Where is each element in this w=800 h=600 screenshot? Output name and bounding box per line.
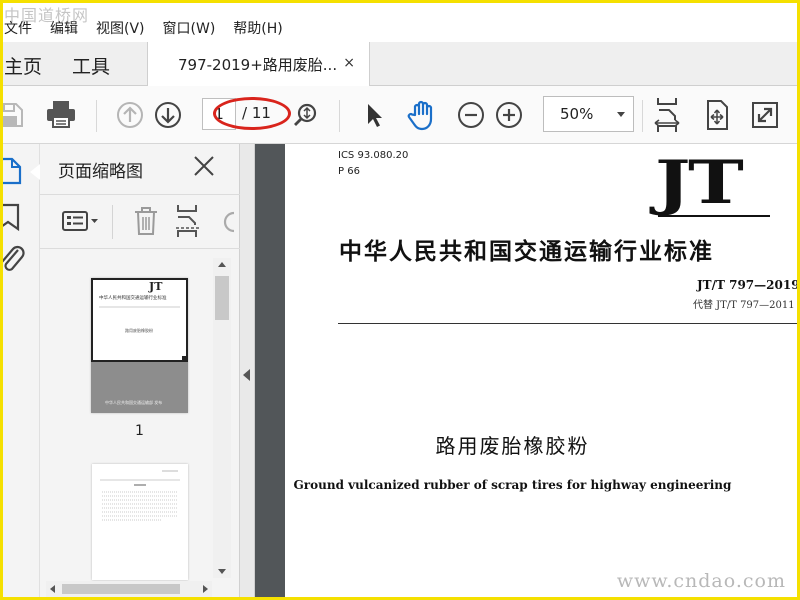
horizontal-scroll-thumb[interactable] xyxy=(62,584,180,594)
doc-replaces: 代替 JT/T 797—2011 xyxy=(693,300,795,311)
scroll-left-icon[interactable] xyxy=(50,585,55,593)
pane-toolbar-separator xyxy=(112,205,113,239)
menu-window[interactable]: 窗口(W) xyxy=(163,18,216,38)
scroll-right-icon[interactable] xyxy=(203,585,208,593)
thumbnail-horizontal-scrollbar[interactable] xyxy=(46,581,212,597)
document-view[interactable]: ICS 93.080.20 P 66 JT 中华人民共和国交通运输行业标准 JT… xyxy=(255,144,800,600)
print-icon[interactable] xyxy=(45,99,77,129)
zoom-level-select[interactable]: 50% xyxy=(543,96,634,132)
doc-standard-title: 中华人民共和国交通运输行业标准 xyxy=(339,238,714,265)
thumbnail-label-1: 1 xyxy=(135,423,144,439)
previous-page-icon[interactable] xyxy=(115,100,145,130)
zoom-out-icon[interactable] xyxy=(456,100,486,130)
zoom-in-icon[interactable] xyxy=(494,100,524,130)
chevron-down-icon xyxy=(617,112,625,117)
menu-help[interactable]: 帮助(H) xyxy=(233,18,282,38)
watermark-bottom: www.cndao.com xyxy=(616,570,786,592)
save-icon[interactable] xyxy=(2,100,26,130)
tab-home[interactable]: 主页 xyxy=(4,52,42,79)
current-page-value: 1 xyxy=(214,105,224,123)
current-page-input[interactable]: 1 xyxy=(202,98,236,130)
navigation-rail xyxy=(0,144,40,600)
page-total: / 11 xyxy=(242,104,271,122)
scroll-down-icon[interactable] xyxy=(218,569,226,574)
thumbnail-options-icon[interactable] xyxy=(60,207,102,241)
document-page: ICS 93.080.20 P 66 JT 中华人民共和国交通运输行业标准 JT… xyxy=(285,144,800,600)
attachment-icon[interactable] xyxy=(0,244,26,282)
doc-title-english: Ground vulcanized rubber of scrap tires … xyxy=(293,478,732,492)
full-screen-icon[interactable] xyxy=(750,100,780,130)
page-thumbnail-2[interactable] xyxy=(92,464,188,580)
tab-tools[interactable]: 工具 xyxy=(72,52,110,79)
watermark-top: 中国道桥网 xyxy=(4,6,90,25)
hand-tool-icon[interactable] xyxy=(405,98,439,132)
page-thumbnails-pane: 页面缩略图 JT 中华人民共和国交通运输行业标准 路用废胎橡胶粉 中华人民共和国… xyxy=(40,144,240,600)
scroll-up-icon[interactable] xyxy=(218,262,226,267)
thumbnail-1-lower: 中华人民共和国交通运输部 发布 xyxy=(91,362,188,413)
doc-standard-code: JT/T 797—2019 xyxy=(697,278,800,292)
zoom-search-icon[interactable] xyxy=(290,100,320,130)
thumbnail-selection xyxy=(91,278,188,362)
tab-bar: 主页 工具 797-2019+路用废胎... × xyxy=(0,42,800,87)
rotate-icon[interactable] xyxy=(702,98,732,132)
toolbar xyxy=(0,86,800,144)
next-page-icon[interactable] xyxy=(153,100,183,130)
doc-jt-logo: JT xyxy=(655,148,744,218)
close-tab-icon[interactable]: × xyxy=(343,55,355,71)
doc-title-chinese: 路用废胎橡胶粉 xyxy=(435,434,590,458)
zoom-level-value: 50% xyxy=(560,105,594,123)
toolbar-separator xyxy=(96,100,97,132)
select-arrow-icon[interactable] xyxy=(361,100,387,130)
menu-view[interactable]: 视图(V) xyxy=(96,18,145,38)
insert-page-icon[interactable] xyxy=(174,203,202,243)
bookmark-icon[interactable] xyxy=(0,202,26,236)
close-pane-icon[interactable] xyxy=(192,154,216,182)
collapse-arrow-icon xyxy=(243,369,250,381)
thumbnail-1-footer: 中华人民共和国交通运输部 发布 xyxy=(105,400,163,405)
thumbnail-vertical-scrollbar[interactable] xyxy=(213,258,231,578)
menu-bar: 文件 编辑 视图(V) 窗口(W) 帮助(H) xyxy=(0,14,800,42)
doc-logo-underline xyxy=(658,215,770,217)
vertical-scroll-thumb[interactable] xyxy=(215,276,229,320)
rotate-page-icon[interactable] xyxy=(216,209,240,235)
tab-document-label: 797-2019+路用废胎... xyxy=(178,56,338,74)
trash-icon[interactable] xyxy=(132,205,160,241)
toolbar-separator xyxy=(642,100,643,132)
pages-icon[interactable] xyxy=(0,156,26,190)
collapse-pane-handle[interactable] xyxy=(240,144,255,600)
fit-page-icon[interactable] xyxy=(652,96,682,134)
toolbar-separator xyxy=(339,100,340,132)
pane-title: 页面缩略图 xyxy=(58,162,143,182)
doc-p-code: P 66 xyxy=(338,166,360,177)
pane-toolbar xyxy=(40,194,240,249)
thumbnail-2-preview xyxy=(100,470,180,521)
tab-document[interactable]: 797-2019+路用废胎... × xyxy=(147,42,370,87)
doc-ics-code: ICS 93.080.20 xyxy=(338,150,409,161)
pane-pointer xyxy=(30,164,40,180)
page-thumbnail-1[interactable]: JT 中华人民共和国交通运输行业标准 路用废胎橡胶粉 中华人民共和国交通运输部 … xyxy=(91,278,188,413)
doc-divider xyxy=(338,323,800,324)
